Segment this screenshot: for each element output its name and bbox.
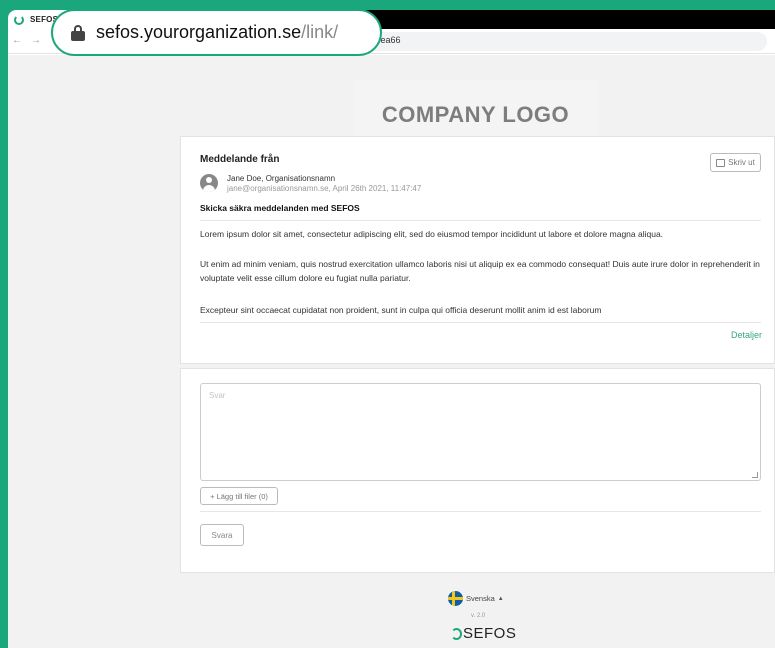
url-host: sefos.yourorganization.se — [96, 22, 302, 42]
version-text: v. 2.0 — [471, 613, 486, 619]
add-files-button[interactable]: + Lägg till filer (0) — [200, 487, 278, 505]
reply-card: Svar + Lägg till filer (0) Svara — [180, 368, 775, 573]
url-path: /link/ — [301, 22, 339, 42]
sefos-logo-icon — [451, 627, 462, 640]
divider — [200, 322, 761, 323]
sefos-brand-logo: SEFOS — [451, 625, 516, 642]
resize-handle-icon[interactable] — [752, 472, 758, 478]
page-content: COMPANY LOGO Meddelande från Skriv ut Ja… — [8, 55, 775, 648]
browser-window: SEFOS × ← → fea66 COMPANY LOGO Meddeland… — [8, 10, 775, 648]
swedish-flag-icon — [448, 591, 463, 606]
message-subject: Skicka säkra meddelanden med SEFOS — [200, 203, 360, 213]
message-paragraph: Excepteur sint occaecat cupidatat non pr… — [200, 305, 602, 315]
sender-email-date: jane@organisationsnamn.se, April 26th 20… — [227, 184, 422, 193]
message-paragraph: Ut enim ad minim veniam, quis nostrud ex… — [200, 259, 760, 283]
message-card: Meddelande från Skriv ut Jane Doe, Organ… — [180, 136, 775, 364]
reply-textarea[interactable]: Svar — [200, 383, 761, 481]
printer-icon — [716, 158, 726, 167]
language-selector[interactable]: Svenska ▲ — [448, 591, 504, 606]
brand-text: SEFOS — [463, 625, 517, 642]
forward-arrow-icon[interactable]: → — [31, 35, 41, 46]
company-logo: COMPANY LOGO — [353, 80, 598, 136]
divider — [200, 220, 761, 221]
divider — [200, 511, 761, 512]
sefos-favicon-icon — [14, 14, 24, 25]
lock-icon — [71, 24, 85, 41]
url-callout: sefos.yourorganization.se/link/ — [51, 9, 382, 56]
sender-avatar-icon — [200, 174, 218, 192]
caret-up-icon: ▲ — [497, 595, 504, 602]
details-link[interactable]: Detaljer — [731, 330, 762, 340]
print-button-label: Skriv ut — [728, 158, 755, 167]
message-paragraph: Lorem ipsum dolor sit amet, consectetur … — [200, 229, 664, 239]
message-heading: Meddelande från — [200, 154, 280, 165]
reply-placeholder: Svar — [209, 391, 226, 400]
sender-name: Jane Doe, Organisationsnamn — [227, 174, 336, 183]
language-label: Svenska — [466, 594, 495, 603]
send-reply-button[interactable]: Svara — [200, 524, 244, 546]
company-logo-text: COMPANY LOGO — [381, 102, 570, 127]
print-button[interactable]: Skriv ut — [710, 153, 761, 172]
back-arrow-icon[interactable]: ← — [12, 35, 22, 46]
